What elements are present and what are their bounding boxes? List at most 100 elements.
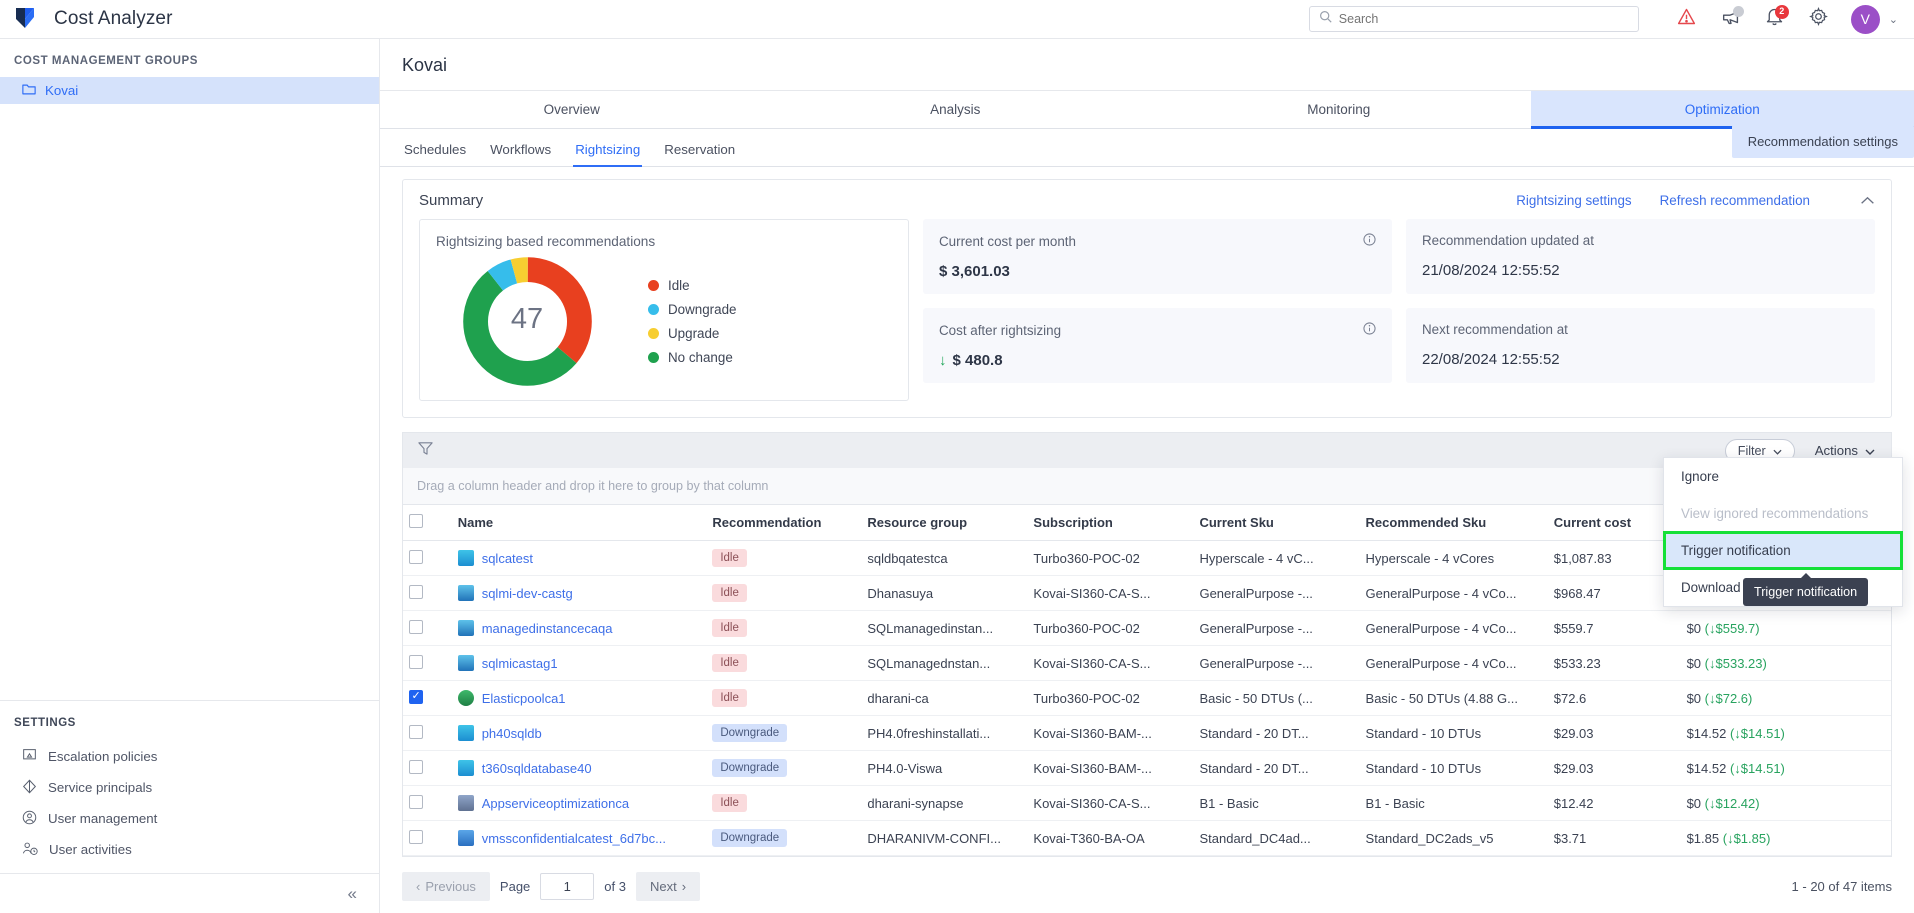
saving-amount: (↓$12.42) [1704,795,1760,811]
menu-item-ignore[interactable]: Ignore [1664,458,1902,495]
row-checkbox[interactable] [409,689,423,704]
sidebar-item-service-principals[interactable]: Service principals [0,772,379,803]
table-row[interactable]: Appserviceoptimizationca Idle dharani-syna… [403,785,1891,821]
search-input[interactable] [1338,12,1629,26]
subtab-workflows[interactable]: Workflows [478,142,563,166]
page-number-input[interactable] [540,873,595,900]
funnel-icon[interactable] [417,440,434,461]
subtab-schedules[interactable]: Schedules [392,142,478,166]
recommendation-settings-button[interactable]: Recommendation settings [1731,125,1914,158]
actions-button[interactable]: Actions [1815,443,1877,458]
resource-link[interactable]: Appserviceoptimizationca [482,796,629,811]
resource-link[interactable]: sqlmicastag1 [482,656,558,671]
sidebar-collapse-button[interactable]: « [0,873,379,913]
table-row[interactable]: t360sqldatabase40 Downgrade PH4.0-Viswa Kov… [403,750,1891,786]
table-row[interactable]: Elasticpoolca1 Idle dharani-caTurbo360-POC… [403,680,1891,716]
info-icon[interactable] [1363,233,1376,249]
sidebar-item-escalation-policies[interactable]: Escalation policies [0,741,379,772]
col-resource-group[interactable]: Resource group [861,505,1028,541]
legend-label: Idle [668,278,690,293]
search-box[interactable] [1308,6,1639,32]
row-select-cell [403,575,452,611]
resource-link[interactable]: managedinstancecaqa [482,621,613,636]
row-checkbox[interactable] [409,619,423,634]
resource-link[interactable]: Elasticpoolca1 [482,691,566,706]
cell-current-sku: Standard - 20 DT... [1193,750,1360,786]
sql-managed-instance-icon [457,620,474,636]
col-subscription[interactable]: Subscription [1027,505,1194,541]
chevron-up-icon[interactable] [1860,193,1875,208]
resource-link[interactable]: sqlmi-dev-castg [482,586,573,601]
refresh-recommendation-link[interactable]: Refresh recommendation [1660,193,1810,208]
tab-monitoring[interactable]: Monitoring [1147,91,1531,128]
elastic-pool-icon [457,690,474,706]
collapse-left-icon: « [347,883,357,903]
sql-managed-instance-icon [457,655,474,671]
table-row[interactable]: managedinstancecaqa Idle SQLmanagedinstan.… [403,610,1891,646]
row-checkbox[interactable] [409,759,423,774]
col-name[interactable]: Name [451,505,707,541]
tab-analysis[interactable]: Analysis [764,91,1148,128]
cell-name: sqlmicastag1 [451,645,707,681]
cell-current-cost: $29.03 [1547,715,1681,751]
alerts-button[interactable] [1665,0,1709,39]
summary-body: Rightsizing based recommendations 47 Idl… [403,219,1891,417]
tab-optimization[interactable]: Optimization [1530,91,1914,129]
stat-recommendation-updated-at: Recommendation updated at 21/08/2024 12:… [1406,219,1875,294]
chevron-down-icon [1865,443,1875,458]
sidebar-item-user-activities[interactable]: User activities [0,834,379,865]
row-checkbox[interactable] [409,584,423,599]
col-current-sku[interactable]: Current Sku [1193,505,1360,541]
sidebar-item-user-management[interactable]: User management [0,803,379,834]
cell-cost-after-rightsizing: $1.85 (↓$1.85) [1680,820,1891,856]
cost-management-groups-heading: COST MANAGEMENT GROUPS [14,55,198,67]
settings-button[interactable] [1797,0,1841,39]
select-all-checkbox[interactable] [409,514,423,528]
row-checkbox[interactable] [409,724,423,739]
stat-label: Recommendation updated at [1422,233,1594,248]
cell-cost-after-rightsizing: $0 (↓$559.7) [1680,610,1891,646]
cell-name: sqlmi-dev-castg [451,575,707,611]
saving-amount: (↓$533.23) [1704,655,1767,671]
rightsizing-settings-link[interactable]: Rightsizing settings [1516,193,1631,208]
chevron-down-icon[interactable]: ⌄ [1889,13,1898,26]
notifications-button[interactable]: 2 [1753,0,1797,39]
table-row[interactable]: vmssconfidentialcatest_6d7bc... Downgrade… [403,820,1891,856]
summary-header-links: Rightsizing settings Refresh recommendat… [1516,193,1875,208]
next-page-button[interactable]: Next › [635,872,701,901]
announcements-button[interactable] [1709,0,1753,39]
resource-link[interactable]: vmssconfidentialcatest_6d7bc... [482,831,666,846]
cell-cost-after-rightsizing: $14.52 (↓$14.51) [1680,750,1891,786]
resource-link[interactable]: ph40sqldb [482,726,542,741]
row-checkbox[interactable] [409,829,423,844]
subtab-rightsizing[interactable]: Rightsizing [563,142,652,167]
app-brand: Cost Analyzer [0,6,380,32]
row-checkbox[interactable] [409,654,423,669]
info-icon[interactable] [1363,322,1376,338]
resource-link[interactable]: sqlcatest [482,551,533,566]
cell-current-sku: GeneralPurpose -... [1193,610,1360,646]
table-row[interactable]: sqlmicastag1 Idle SQLmanagednstan... Kovai-… [403,645,1891,681]
sidebar-item-kovai[interactable]: Kovai [0,77,379,104]
gear-icon [1808,6,1829,32]
avatar[interactable]: V [1850,4,1880,34]
tab-overview[interactable]: Overview [380,91,764,128]
row-checkbox[interactable] [409,794,423,809]
resource-link[interactable]: t360sqldatabase40 [482,761,592,776]
col-recommended-sku[interactable]: Recommended Sku [1359,505,1548,541]
subtab-reservation[interactable]: Reservation [652,142,747,166]
settings-item-label: User management [48,811,158,826]
page-label: Page [499,879,531,894]
menu-item-trigger-notification[interactable]: Trigger notification [1663,531,1903,570]
new-cost: $0 [1686,690,1702,706]
row-checkbox[interactable] [409,549,423,564]
col-recommendation[interactable]: Recommendation [706,505,862,541]
previous-page-button[interactable]: ‹ Previous [402,872,490,901]
legend-item-idle: Idle [648,278,736,293]
recommendation-badge: Downgrade [712,829,788,847]
previous-label: Previous [425,879,476,894]
stat-label: Next recommendation at [1422,322,1568,337]
col-current-cost[interactable]: Current cost [1547,505,1681,541]
table-row[interactable]: ph40sqldb Downgrade PH4.0freshinstallati..… [403,715,1891,751]
cell-name: t360sqldatabase40 [451,750,707,786]
